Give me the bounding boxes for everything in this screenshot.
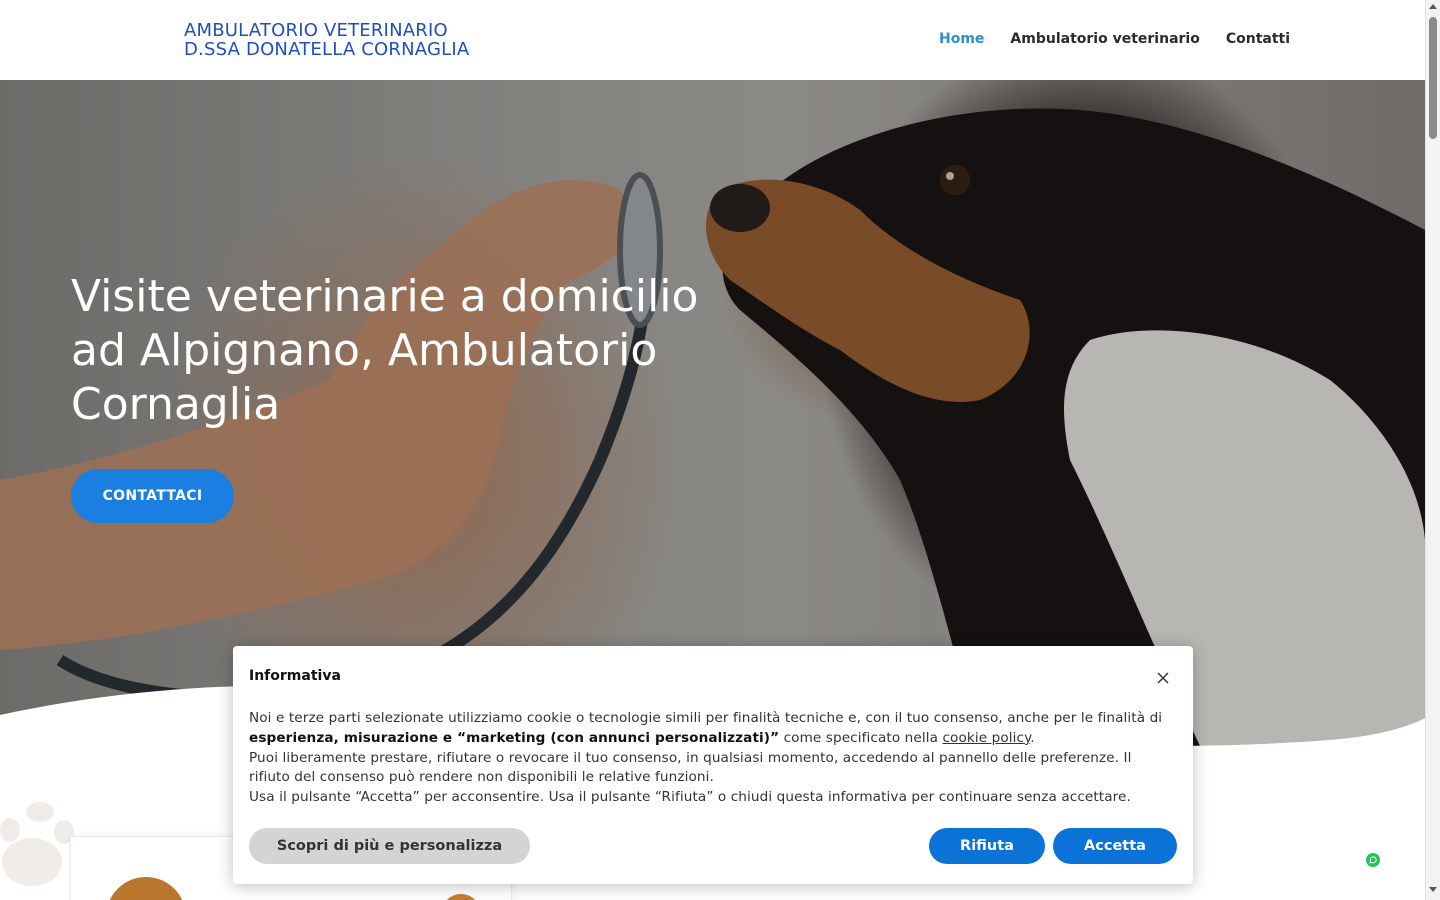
learn-more-customize-button[interactable]: Scopri di più e personalizza (249, 828, 530, 864)
card-image (106, 877, 186, 900)
nav-item-home[interactable]: Home (939, 31, 984, 47)
scroll-thumb[interactable] (1429, 17, 1437, 139)
main-nav: Home Ambulatorio veterinario Contatti (939, 31, 1290, 47)
cookie-banner-text: Noi e terze parti selezionate utilizziam… (249, 709, 1169, 808)
cookie-paragraph-3: Usa il pulsante “Accetta” per acconsenti… (249, 789, 1131, 806)
nav-item-contatti[interactable]: Contatti (1226, 31, 1290, 47)
nav-item-ambulatorio[interactable]: Ambulatorio veterinario (1010, 31, 1199, 47)
card-image-secondary (441, 894, 481, 900)
paw-icon (0, 802, 74, 886)
site-header: AMBULATORIO VETERINARIO D.SSA DONATELLA … (0, 0, 1425, 80)
cookie-text-bold: esperienza, misurazione e “marketing (co… (249, 729, 780, 746)
cookie-banner-title: Informativa (249, 668, 341, 684)
logo-line-2: D.SSA DONATELLA CORNAGLIA (184, 39, 470, 60)
whatsapp-icon[interactable] (1366, 853, 1380, 867)
scroll-down-arrow-icon[interactable] (1429, 887, 1437, 892)
cookie-policy-link[interactable]: cookie policy (942, 730, 1030, 746)
cookie-text-part1: Noi e terze parti selezionate utilizziam… (249, 710, 1163, 726)
cookie-text-part3: . (1030, 729, 1035, 746)
logo-line-1: AMBULATORIO VETERINARIO (184, 20, 448, 41)
close-icon[interactable] (1155, 670, 1171, 686)
cookie-banner: Informativa Noi e terze parti selezionat… (233, 646, 1193, 884)
cookie-paragraph-2: Puoi liberamente prestare, rifiutare o r… (249, 749, 1132, 786)
cookie-text-part2: come specificato nella (779, 729, 943, 746)
contattaci-button[interactable]: CONTATTACI (71, 469, 234, 523)
page-scrollbar[interactable] (1425, 0, 1440, 900)
scroll-up-arrow-icon[interactable] (1429, 4, 1437, 9)
hero-title: Visite veterinarie a domicilio ad Alpign… (71, 271, 699, 430)
accept-button[interactable]: Accetta (1053, 828, 1177, 864)
site-logo[interactable]: AMBULATORIO VETERINARIO D.SSA DONATELLA … (184, 21, 469, 59)
reject-button[interactable]: Rifiuta (929, 828, 1045, 864)
